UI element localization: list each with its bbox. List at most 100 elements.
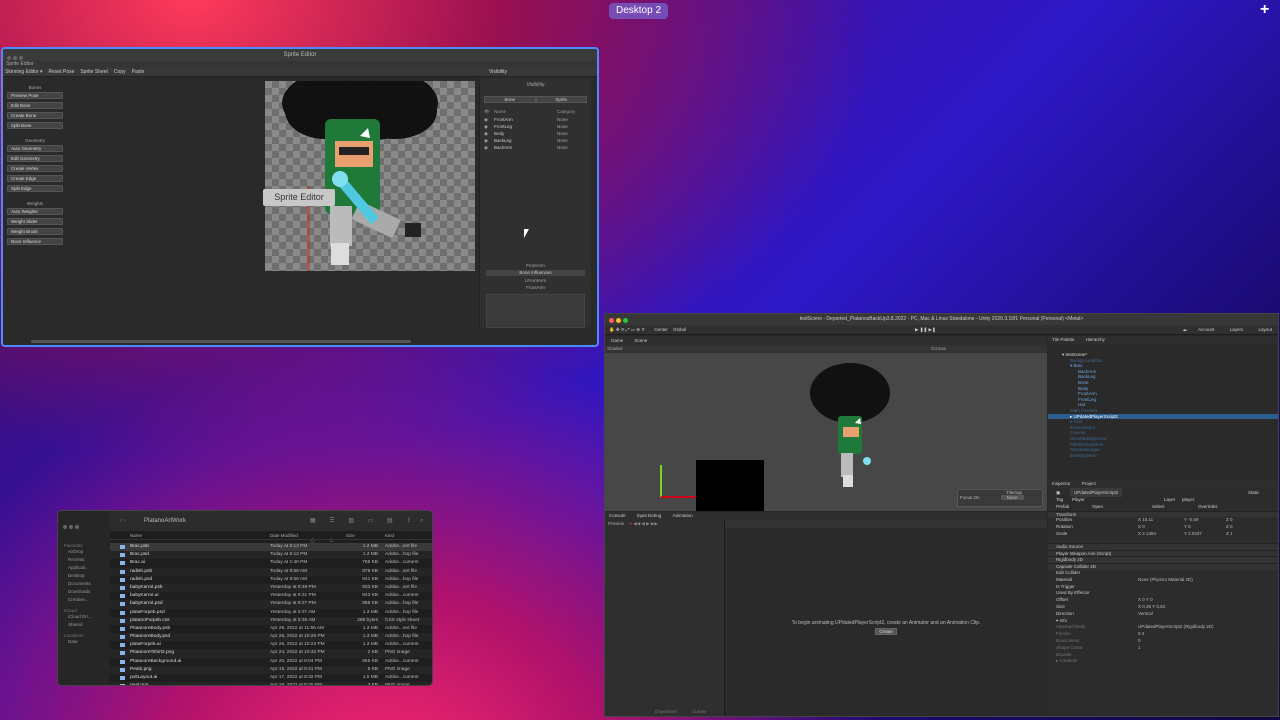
- auto-weights-tool[interactable]: Auto Weights: [7, 208, 63, 215]
- tab-dopesheet[interactable]: Dopesheet: [655, 709, 677, 714]
- transform-header[interactable]: Transform: [1056, 512, 1076, 517]
- tab-sprite[interactable]: Sprite: [535, 96, 587, 103]
- scale-x-field[interactable]: X 2.1384: [1138, 531, 1156, 538]
- collider-property-row[interactable]: Attached Body UPdatedPlayerScript2 (Rigid…: [1048, 624, 1278, 631]
- space-toggle[interactable]: Global: [673, 327, 686, 332]
- file-row[interactable]: PlatanoreTshirt2.png Apr 24, 2022 at 10:4…: [110, 649, 432, 658]
- component-capsule-collider-2d[interactable]: Capsule Collider 2D: [1056, 564, 1096, 569]
- file-row[interactable]: PlatanoreBody.psd Apr 28, 2022 at 10:26 P…: [110, 633, 432, 642]
- rotation-z-field[interactable]: Z 0: [1226, 524, 1233, 531]
- file-row[interactable]: platanoForpeb.css Yesterday at 5:35 AM 289…: [110, 616, 432, 625]
- close-icon[interactable]: [7, 56, 11, 60]
- property-value[interactable]: None (Physics Material 2D): [1138, 577, 1193, 584]
- close-icon[interactable]: [609, 318, 614, 323]
- edit-geometry-tool[interactable]: Edit Geometry: [7, 155, 63, 162]
- layers-dropdown[interactable]: Layers: [1230, 327, 1244, 332]
- open-prefab-button[interactable]: Open: [1092, 504, 1103, 511]
- sprite-sheet-button[interactable]: Sprite Sheet: [80, 68, 108, 76]
- tab-scene[interactable]: Scene: [635, 338, 648, 343]
- property-value[interactable]: UPdatedPlayerScript2 (Rigidbody 2D): [1138, 624, 1214, 631]
- split-bone-tool[interactable]: Split Bone: [7, 122, 63, 129]
- edit-bone-tool[interactable]: Edit Bone: [7, 102, 63, 109]
- transform-tools-icons[interactable]: ✋ ✥ ⟳ ⤢ ▭ ⊕ ✕: [609, 327, 645, 332]
- visibility-button[interactable]: Visibility: [489, 68, 507, 76]
- gizmos-dropdown[interactable]: Gizmos: [931, 345, 946, 353]
- eye-icon[interactable]: ◉: [484, 116, 494, 123]
- split-edge-tool[interactable]: Split Edge: [7, 185, 63, 192]
- column-name[interactable]: Name: [130, 531, 142, 540]
- desktop-space-label[interactable]: Desktop 2: [609, 3, 668, 19]
- skinning-editor-dropdown[interactable]: Skinning Editor ▾: [5, 68, 43, 76]
- reset-pose-button[interactable]: Reset Pose: [49, 68, 75, 76]
- scale-y-field[interactable]: Y 2.0437: [1184, 531, 1202, 538]
- bone-influence-tool[interactable]: Bone Influence: [7, 238, 63, 245]
- tab-project[interactable]: Project: [1082, 481, 1096, 486]
- account-dropdown[interactable]: Account: [1198, 327, 1214, 332]
- property-value[interactable]: X 0.38 Y 0.63: [1138, 604, 1165, 611]
- collider-property-row[interactable]: Friction 0.4: [1048, 631, 1278, 638]
- minimize-icon[interactable]: [69, 525, 73, 529]
- file-row[interactable]: plataForpeb.psd Yesterday at 5:37 AM 1.3 M…: [110, 609, 432, 617]
- sidebar-item[interactable]: Documents: [58, 580, 110, 588]
- sidebar-item[interactable]: AirDrop: [58, 548, 110, 556]
- tab-animation[interactable]: Animation: [673, 513, 693, 518]
- collider-property-row[interactable]: ▾ Info: [1048, 618, 1278, 625]
- x-axis-gizmo[interactable]: [661, 496, 697, 498]
- minimize-icon[interactable]: [13, 56, 17, 60]
- sidebar-item[interactable]: Downloads: [58, 588, 110, 596]
- layer-dropdown[interactable]: player: [1182, 497, 1194, 504]
- property-value[interactable]: Vertical: [1138, 611, 1153, 618]
- animation-timeline[interactable]: [725, 520, 1047, 528]
- sidebar-item[interactable]: Desktop: [58, 572, 110, 580]
- property-value[interactable]: 1: [1138, 645, 1141, 652]
- auto-geometry-tool[interactable]: Auto Geometry: [7, 145, 63, 152]
- file-row[interactable]: peal.png Apr 16, 2022 at 8:25 PM 3 KB PNG i…: [110, 682, 432, 685]
- column-kind[interactable]: Kind: [385, 531, 394, 540]
- search-icon[interactable]: ⌕: [420, 511, 423, 531]
- black-platform-object[interactable]: [696, 460, 764, 511]
- eye-icon[interactable]: ◉: [484, 123, 494, 130]
- property-value[interactable]: 0.4: [1138, 631, 1144, 638]
- object-name-field[interactable]: UPdatedPlayerScript2: [1070, 488, 1123, 497]
- tab-tile-palette[interactable]: Tile Palette: [1052, 337, 1074, 342]
- file-row[interactable]: babyKarrot.psb Yesterday at 8:48 PM 833 KB…: [110, 583, 432, 593]
- file-row[interactable]: babyKarrot.psd Yesterday at 8:27 PM 858 KB…: [110, 600, 432, 609]
- create-edge-tool[interactable]: Create Edge: [7, 175, 63, 182]
- close-icon[interactable]: [63, 525, 67, 529]
- preview-pose-tool[interactable]: Preview Pose: [7, 92, 63, 99]
- property-value[interactable]: X 0 Y 0: [1138, 597, 1153, 604]
- zoom-icon[interactable]: [623, 318, 628, 323]
- component-player-weapon-aim[interactable]: Player Weapon Aim (Script): [1056, 551, 1111, 556]
- create-vertex-tool[interactable]: Create Vertex: [7, 165, 63, 172]
- tab-hierarchy[interactable]: Hierarchy: [1086, 337, 1105, 342]
- copy-button[interactable]: Copy: [114, 68, 126, 76]
- file-row[interactable]: radish.psb Today at 9:58 AM 879 KB Adobe...…: [110, 567, 432, 576]
- sidebar-item[interactable]: Shared: [58, 621, 110, 629]
- file-row[interactable]: Brac.ai Today at 1:40 PM 766 KB Adobe...cum…: [110, 559, 432, 567]
- influence-list[interactable]: [486, 294, 585, 328]
- sidebar-item[interactable]: Data: [58, 638, 110, 646]
- tab-bone[interactable]: Bone: [484, 96, 536, 103]
- back-forward-icon[interactable]: ‹ ›: [120, 511, 126, 531]
- add-desktop-icon[interactable]: +: [1260, 1, 1269, 19]
- visibility-row[interactable]: ◉ Body None: [484, 130, 587, 137]
- collider-property-row[interactable]: Size X 0.38 Y 0.63: [1048, 604, 1278, 611]
- file-row[interactable]: Peal2.png Apr 19, 2022 at 8:41 PM 5 KB PNG …: [110, 665, 432, 674]
- collider-property-row[interactable]: Material None (Physics Material 2D): [1048, 577, 1278, 584]
- file-row[interactable]: poltLayout.ai Apr 17, 2022 at 8:32 PM 1.5 …: [110, 674, 432, 682]
- paste-button[interactable]: Paste: [132, 68, 145, 76]
- playback-icons[interactable]: ◀◀ ◀ ▶ ▶▶: [633, 521, 658, 526]
- pivot-toggle[interactable]: Center: [654, 327, 668, 332]
- create-animation-button[interactable]: Create: [875, 628, 897, 635]
- rotation-y-field[interactable]: Y 0: [1184, 524, 1191, 531]
- file-row[interactable]: babyKarrot.ai Yesterday at 8:31 PM 843 KB A…: [110, 592, 432, 600]
- hierarchy-item[interactable]: EventSystem: [1048, 453, 1278, 459]
- sidebar-item[interactable]: Applicati...: [58, 564, 110, 572]
- zoom-icon[interactable]: [19, 56, 23, 60]
- shading-mode-dropdown[interactable]: Shaded: [607, 346, 623, 351]
- sidebar-item[interactable]: Recents: [58, 556, 110, 564]
- property-value[interactable]: 0: [1138, 638, 1141, 645]
- tab-inspector[interactable]: Inspector: [1052, 481, 1071, 486]
- tab-console[interactable]: Console: [609, 513, 626, 518]
- collider-property-row[interactable]: Shape Count 1: [1048, 645, 1278, 652]
